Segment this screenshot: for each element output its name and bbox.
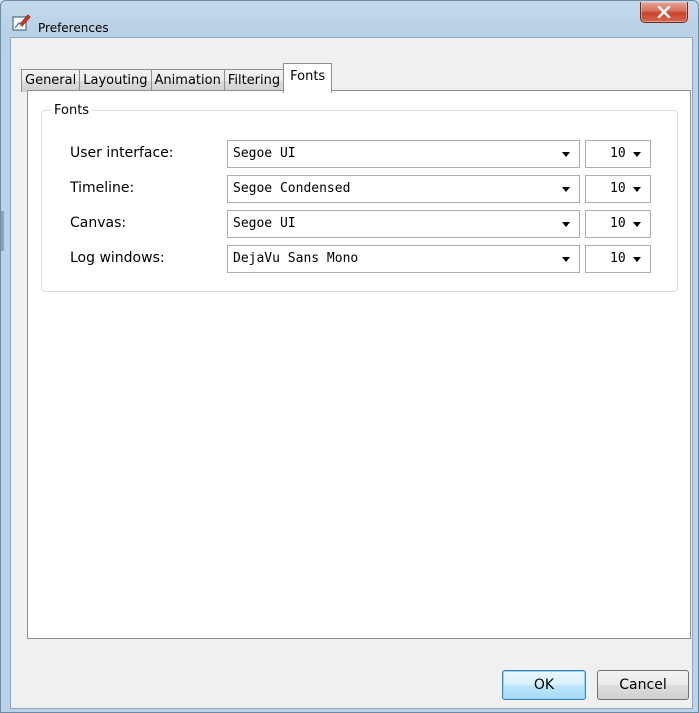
timeline-size-value: 10 xyxy=(610,181,626,196)
tab-strip: General Layouting Animation Filtering Fo… xyxy=(21,63,333,93)
log-windows-label: Log windows: xyxy=(70,250,165,266)
chevron-down-icon xyxy=(633,187,641,192)
tab-layouting[interactable]: Layouting xyxy=(79,69,152,92)
chevron-down-icon xyxy=(562,257,570,262)
timeline-font-value: Segoe Condensed xyxy=(233,181,351,196)
log-windows-font-dropdown[interactable]: DejaVu Sans Mono xyxy=(227,245,580,273)
close-icon xyxy=(657,6,671,18)
user-interface-font-value: Segoe UI xyxy=(233,146,296,161)
tab-general[interactable]: General xyxy=(21,69,81,92)
chevron-down-icon xyxy=(633,222,641,227)
cancel-button[interactable]: Cancel xyxy=(597,670,689,700)
close-button[interactable] xyxy=(640,2,688,23)
title-bar[interactable]: Preferences xyxy=(1,1,698,37)
window-edge xyxy=(1,211,4,251)
canvas-label: Canvas: xyxy=(70,215,127,231)
user-interface-size-dropdown[interactable]: 10 xyxy=(585,140,651,168)
user-interface-size-value: 10 xyxy=(610,146,626,161)
ok-button[interactable]: OK xyxy=(502,670,586,700)
user-interface-label: User interface: xyxy=(70,145,174,161)
chevron-down-icon xyxy=(562,222,570,227)
fonts-group-title: Fonts xyxy=(51,103,93,118)
tab-fonts[interactable]: Fonts xyxy=(283,63,333,93)
canvas-font-dropdown[interactable]: Segoe UI xyxy=(227,210,580,238)
canvas-font-value: Segoe UI xyxy=(233,216,296,231)
log-windows-size-dropdown[interactable]: 10 xyxy=(585,245,651,273)
window-title: Preferences xyxy=(38,21,109,35)
preferences-window: Preferences General Layouting Animation … xyxy=(0,0,699,713)
canvas-size-value: 10 xyxy=(610,216,626,231)
tab-animation[interactable]: Animation xyxy=(150,69,225,92)
canvas-size-dropdown[interactable]: 10 xyxy=(585,210,651,238)
log-windows-font-value: DejaVu Sans Mono xyxy=(233,251,359,266)
timeline-size-dropdown[interactable]: 10 xyxy=(585,175,651,203)
chevron-down-icon xyxy=(562,187,570,192)
preferences-edit-icon xyxy=(12,14,31,31)
tab-filtering[interactable]: Filtering xyxy=(223,69,285,92)
chevron-down-icon xyxy=(562,152,570,157)
user-interface-font-dropdown[interactable]: Segoe UI xyxy=(227,140,580,168)
timeline-font-dropdown[interactable]: Segoe Condensed xyxy=(227,175,580,203)
chevron-down-icon xyxy=(633,257,641,262)
chevron-down-icon xyxy=(633,152,641,157)
log-windows-size-value: 10 xyxy=(610,251,626,266)
timeline-label: Timeline: xyxy=(70,180,135,196)
